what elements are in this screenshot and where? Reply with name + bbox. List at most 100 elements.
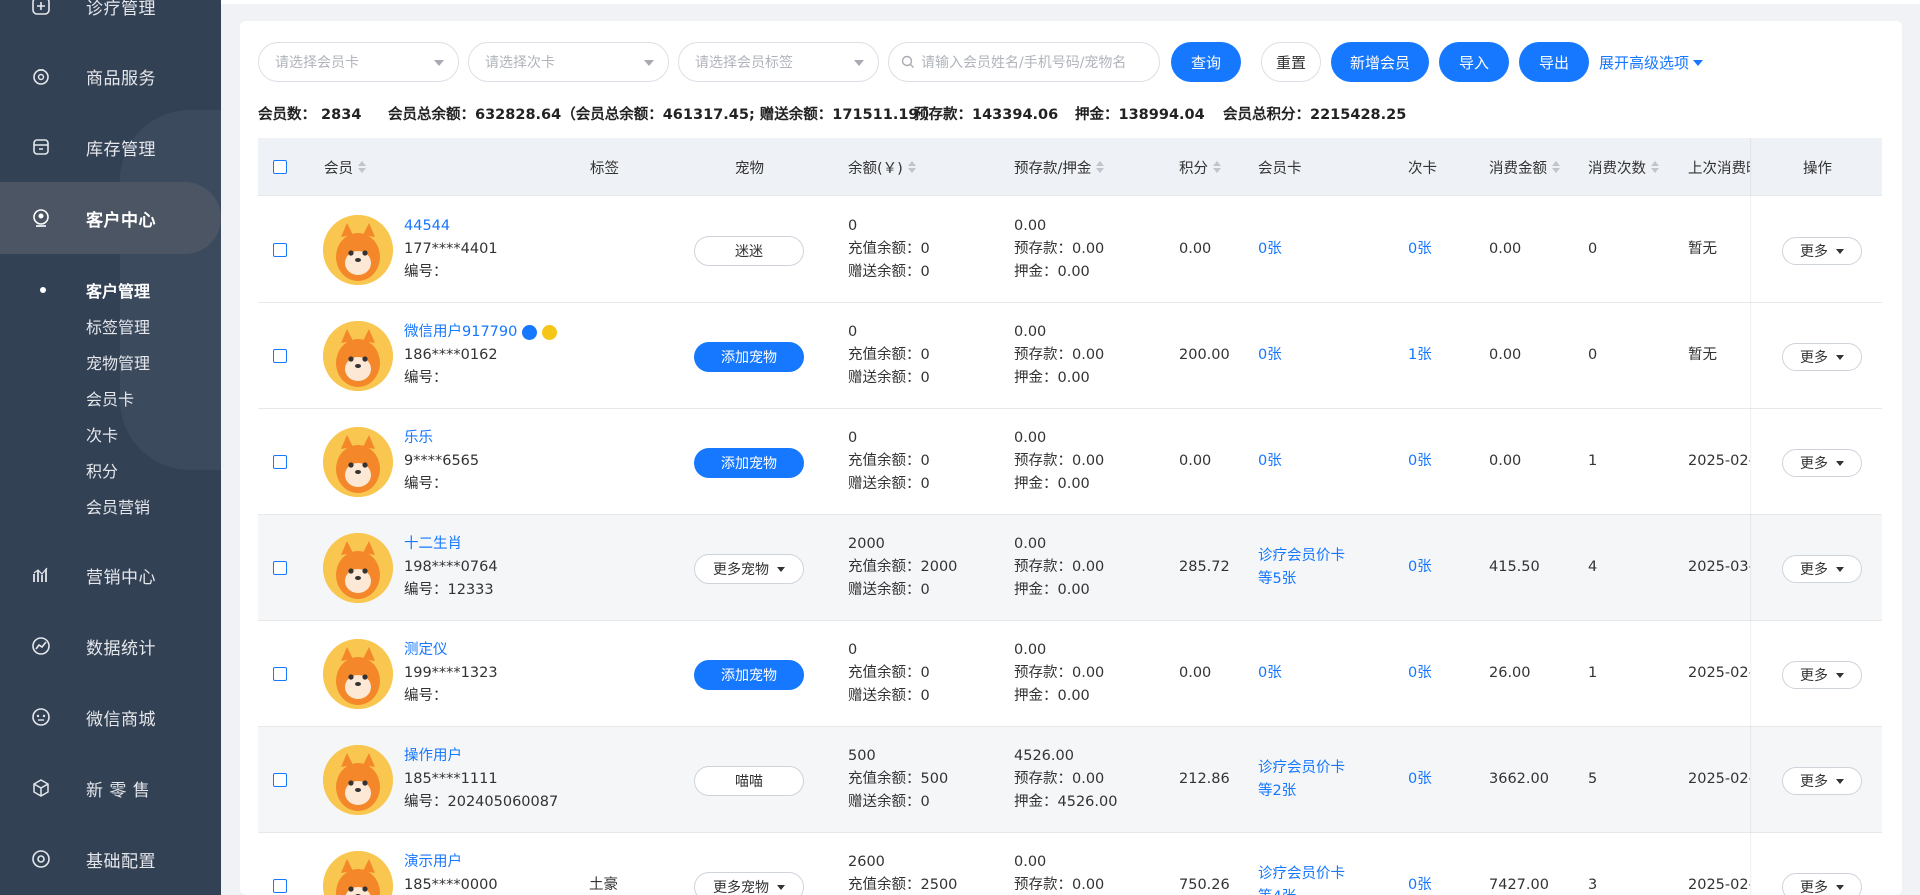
more-actions-button[interactable]: 更多 [1782, 343, 1862, 371]
more-actions-button[interactable]: 更多 [1782, 555, 1862, 583]
caret-down-icon [1836, 778, 1844, 784]
export-button[interactable]: 导出 [1519, 42, 1589, 82]
more-actions-button[interactable]: 更多 [1782, 767, 1862, 795]
advanced-options-link[interactable]: 展开高级选项 [1599, 52, 1704, 73]
row-checkbox[interactable] [273, 349, 287, 363]
last-spend-cell: 暂无 [1688, 241, 1717, 257]
pet-name-button[interactable]: 喵喵 [694, 766, 804, 796]
search-input[interactable]: 请输入会员姓名/手机号码/宠物名 [888, 42, 1160, 82]
sidebar-item-wechat-mall[interactable]: 微信商城 [0, 681, 221, 753]
sidebar-item-stock[interactable]: 库存管理 [0, 111, 221, 183]
pet-name-button[interactable]: 迷迷 [694, 236, 804, 266]
prepaid-cell: 0.00 预存款：0.00 押金：0.00 [1014, 218, 1105, 280]
member-card-link[interactable]: 0张 [1258, 662, 1282, 685]
col-last-spend: 上次消费时 [1688, 160, 1750, 177]
sidebar-item-label: 数据统计 [86, 638, 156, 659]
more-actions-button[interactable]: 更多 [1782, 661, 1862, 689]
member-card-link[interactable]: 诊疗会员价卡 等5张 [1258, 545, 1345, 591]
box-icon [30, 136, 52, 158]
sidebar-item-customer[interactable]: 客户中心 [0, 182, 221, 254]
member-name-link[interactable]: 测定仪 [404, 642, 448, 658]
sidebar-item-label: 基础配置 [86, 851, 156, 872]
caret-down-icon [1836, 884, 1844, 890]
member-card-link[interactable]: 诊疗会员价卡等4张 [1258, 863, 1345, 895]
count-card-link[interactable]: 0张 [1408, 556, 1432, 579]
caret-down-icon [1836, 248, 1844, 254]
count-card-link[interactable]: 0张 [1408, 238, 1432, 261]
member-name-link[interactable]: 微信用户917790 [404, 324, 517, 340]
member-card-select[interactable]: 请选择会员卡 [258, 42, 459, 82]
row-checkbox[interactable] [273, 773, 287, 787]
sidebar-item-clinic[interactable]: 诊疗管理 [0, 0, 221, 42]
member-card-link[interactable]: 0张 [1258, 344, 1282, 367]
member-card-link[interactable]: 诊疗会员价卡 等2张 [1258, 757, 1345, 803]
more-pets-button[interactable]: 更多宠物 [694, 872, 804, 895]
count-card-link[interactable]: 0张 [1408, 450, 1432, 473]
add-pet-button[interactable]: 添加宠物 [694, 448, 804, 478]
row-checkbox[interactable] [273, 561, 287, 575]
sidebar-item-goods[interactable]: 商品服务 [0, 40, 221, 112]
count-card-link[interactable]: 0张 [1408, 662, 1432, 685]
sort-icon [1213, 161, 1221, 173]
summary-total-balance: 会员总余额：632828.64（会员总余额：461317.45; 赠送余额：17… [388, 107, 939, 123]
sidebar-sub-count-card[interactable]: 次卡 [0, 416, 221, 452]
sidebar-sub-pets[interactable]: 宠物管理 [0, 344, 221, 380]
more-actions-button[interactable]: 更多 [1782, 237, 1862, 265]
row-checkbox[interactable] [273, 667, 287, 681]
sidebar-sub-points[interactable]: 积分 [0, 452, 221, 488]
sidebar-sub-customer-manage[interactable]: 客户管理 [0, 272, 221, 308]
col-prepaid-deposit[interactable]: 预存款/押金 [1014, 138, 1105, 196]
col-balance[interactable]: 余额(￥) [848, 138, 916, 196]
add-pet-button[interactable]: 添加宠物 [694, 342, 804, 372]
count-card-link[interactable]: 1张 [1408, 344, 1432, 367]
sidebar-sub-member-card[interactable]: 会员卡 [0, 380, 221, 416]
member-name-link[interactable]: 演示用户 [404, 854, 462, 870]
sidebar-item-stats[interactable]: 数据统计 [0, 610, 221, 682]
add-member-button[interactable]: 新增会员 [1331, 42, 1429, 82]
count-card-link[interactable]: 0张 [1408, 874, 1432, 895]
more-actions-button[interactable]: 更多 [1782, 873, 1862, 895]
sidebar-sub-tags[interactable]: 标签管理 [0, 308, 221, 344]
last-spend-cell: 2025-02- [1688, 877, 1750, 893]
member-phone: 177****4401 [404, 241, 498, 257]
reset-button[interactable]: 重置 [1261, 42, 1321, 82]
sidebar-sub-marketing[interactable]: 会员营销 [0, 488, 221, 524]
more-actions-button[interactable]: 更多 [1782, 449, 1862, 477]
points-cell: 212.86 [1179, 771, 1230, 787]
sidebar-item-marketing[interactable]: 营销中心 [0, 539, 221, 611]
sidebar-item-settings[interactable]: 基础配置 [0, 823, 221, 895]
member-name-link[interactable]: 操作用户 [404, 748, 462, 764]
member-name-link[interactable]: 44544 [404, 218, 450, 234]
query-button[interactable]: 查询 [1171, 42, 1241, 82]
more-pets-button[interactable]: 更多宠物 [694, 554, 804, 584]
row-checkbox[interactable] [273, 879, 287, 893]
member-card-link[interactable]: 0张 [1258, 450, 1282, 473]
table-row: 44544 177****4401 编号： 迷迷 0 充值余额：0 赠送余额：0 0.00 预存… [258, 197, 1882, 303]
spend-amount-cell: 0.00 [1489, 453, 1522, 469]
add-pet-button[interactable]: 添加宠物 [694, 660, 804, 690]
spend-times-cell: 0 [1588, 347, 1598, 363]
member-name-link[interactable]: 乐乐 [404, 430, 433, 446]
member-card-link[interactable]: 0张 [1258, 238, 1282, 261]
count-card-select[interactable]: 请选择次卡 [468, 42, 669, 82]
sidebar-item-new-retail[interactable]: 新 零 售 [0, 752, 221, 824]
avatar [323, 215, 393, 285]
col-spend-amount[interactable]: 消费金额 [1489, 138, 1560, 196]
member-name-link[interactable]: 十二生肖 [404, 536, 462, 552]
member-tag-select[interactable]: 请选择会员标签 [678, 42, 879, 82]
row-checkbox[interactable] [273, 243, 287, 257]
col-actions: 操作 [1803, 160, 1832, 177]
col-pet: 宠物 [735, 160, 764, 177]
wechat-badge-icon [522, 324, 538, 340]
table-row: 十二生肖 198****0764 编号：12333 更多宠物 2000 充值余额：2000… [258, 515, 1882, 621]
select-all-checkbox[interactable] [273, 160, 287, 174]
import-button[interactable]: 导入 [1439, 42, 1509, 82]
col-spend-times[interactable]: 消费次数 [1588, 138, 1659, 196]
row-checkbox[interactable] [273, 455, 287, 469]
col-member[interactable]: 会员 [324, 138, 366, 196]
active-dot [40, 287, 46, 293]
col-count-card: 次卡 [1408, 160, 1437, 177]
col-points[interactable]: 积分 [1179, 138, 1221, 196]
plus-box-icon [30, 0, 52, 17]
count-card-link[interactable]: 0张 [1408, 768, 1432, 791]
